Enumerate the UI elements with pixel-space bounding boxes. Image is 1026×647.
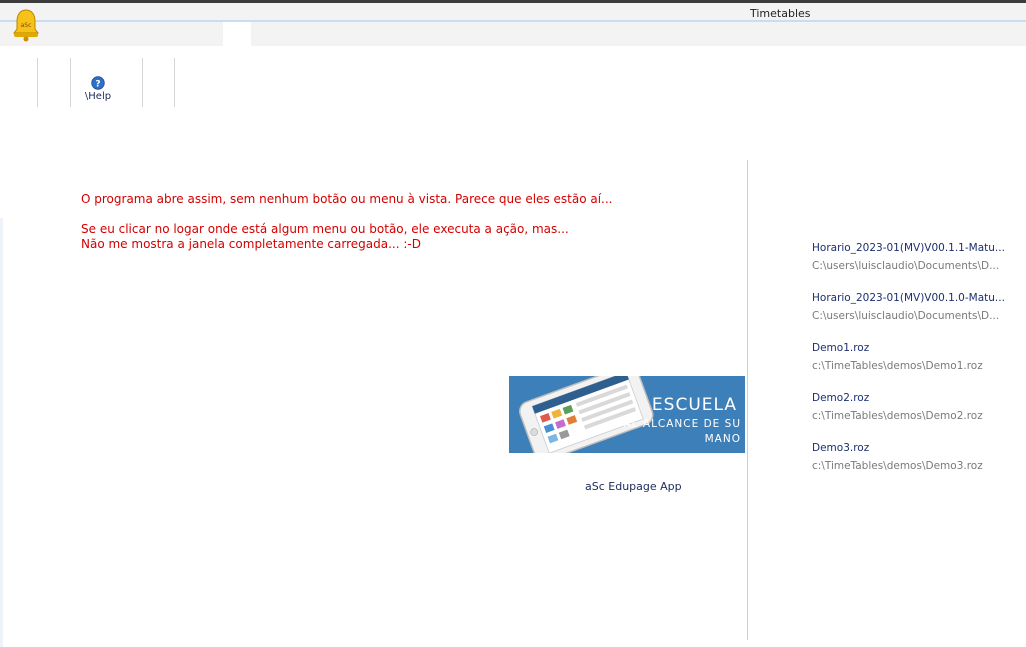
recent-file-item[interactable]: Horario_2023-01(MV)V00.1.1-Matu... C:\us… [812, 242, 1005, 272]
recent-file-path: C:\users\luisclaudio\Documents\D... [812, 260, 1000, 272]
left-panel-edge [0, 218, 3, 647]
help-question-icon: ? [91, 76, 105, 90]
smartphone-icon [519, 376, 654, 453]
help-button[interactable]: ? \Help [78, 76, 118, 108]
recent-file-path: c:\TimeTables\demos\Demo1.roz [812, 360, 983, 372]
ribbon [0, 46, 1026, 114]
title-bar: Timetables [0, 0, 1026, 22]
recent-file-name: Demo2.roz [812, 392, 870, 404]
help-label: \Help [84, 91, 112, 102]
message-line-1: O programa abre assim, sem nenhum botão … [81, 192, 613, 206]
ribbon-separator [174, 58, 175, 107]
banner-title: ESCUELA [651, 395, 737, 415]
recent-file-item[interactable]: Demo1.roz c:\TimeTables\demos\Demo1.roz [812, 342, 983, 372]
message-line-2: Se eu clicar no logar onde está algum me… [81, 222, 569, 236]
svg-text:?: ? [95, 80, 100, 90]
edupage-app-link[interactable]: aSc Edupage App [585, 480, 682, 493]
banner-subtitle: AL ALCANCE DE SU [623, 418, 741, 430]
recent-file-item[interactable]: Horario_2023-01(MV)V00.1.0-Matu... C:\us… [812, 292, 1005, 322]
panel-divider [747, 160, 748, 640]
ribbon-tab-active[interactable] [223, 22, 251, 46]
recent-file-name: Horario_2023-01(MV)V00.1.1-Matu... [812, 242, 1005, 254]
ribbon-separator [37, 58, 38, 107]
ribbon-separator [142, 58, 143, 107]
recent-file-name: Horario_2023-01(MV)V00.1.0-Matu... [812, 292, 1005, 304]
recent-file-path: c:\TimeTables\demos\Demo2.roz [812, 410, 983, 422]
window-title: Timetables [750, 7, 811, 20]
recent-file-path: C:\users\luisclaudio\Documents\D... [812, 310, 1000, 322]
message-line-3: Não me mostra a janela completamente car… [81, 237, 421, 251]
recent-file-name: Demo1.roz [812, 342, 870, 354]
svg-text:aSc: aSc [21, 22, 32, 29]
recent-file-path: c:\TimeTables\demos\Demo3.roz [812, 460, 983, 472]
asc-bell-icon[interactable]: aSc [10, 8, 42, 42]
recent-file-item[interactable]: Demo3.roz c:\TimeTables\demos\Demo3.roz [812, 442, 983, 472]
edupage-banner[interactable]: ESCUELA AL ALCANCE DE SU MANO [509, 376, 745, 453]
recent-file-name: Demo3.roz [812, 442, 870, 454]
ribbon-separator [70, 58, 71, 107]
recent-file-item[interactable]: Demo2.roz c:\TimeTables\demos\Demo2.roz [812, 392, 983, 422]
banner-subtitle: MANO [704, 433, 741, 445]
ribbon-tab-strip [0, 22, 1026, 46]
